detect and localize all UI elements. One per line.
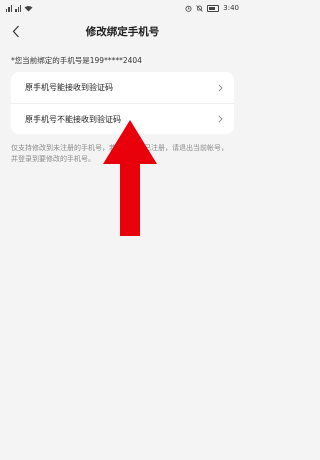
signal-icon [15,4,22,12]
status-bar: 3:40 [0,0,245,16]
option-can-receive-code[interactable]: 原手机号能接收到验证码 [11,72,234,103]
chevron-left-icon [12,25,19,37]
option-label: 原手机号能接收到验证码 [25,83,113,92]
alarm-icon [185,5,192,12]
mute-icon [196,4,204,12]
status-time: 3:40 [223,4,239,12]
wifi-icon [24,5,33,11]
red-arrow-annotation [103,120,157,236]
chevron-right-icon [216,114,224,124]
status-left [6,4,33,12]
battery-icon [207,4,220,12]
status-right: 3:40 [185,4,239,12]
back-button[interactable] [6,20,26,42]
current-phone-hint: *您当前绑定的手机号是199*****2404 [11,56,142,65]
nav-bar: 修改绑定手机号 [0,17,245,45]
page-title: 修改绑定手机号 [85,25,160,38]
signal-icon [6,4,13,12]
chevron-right-icon [216,83,224,93]
